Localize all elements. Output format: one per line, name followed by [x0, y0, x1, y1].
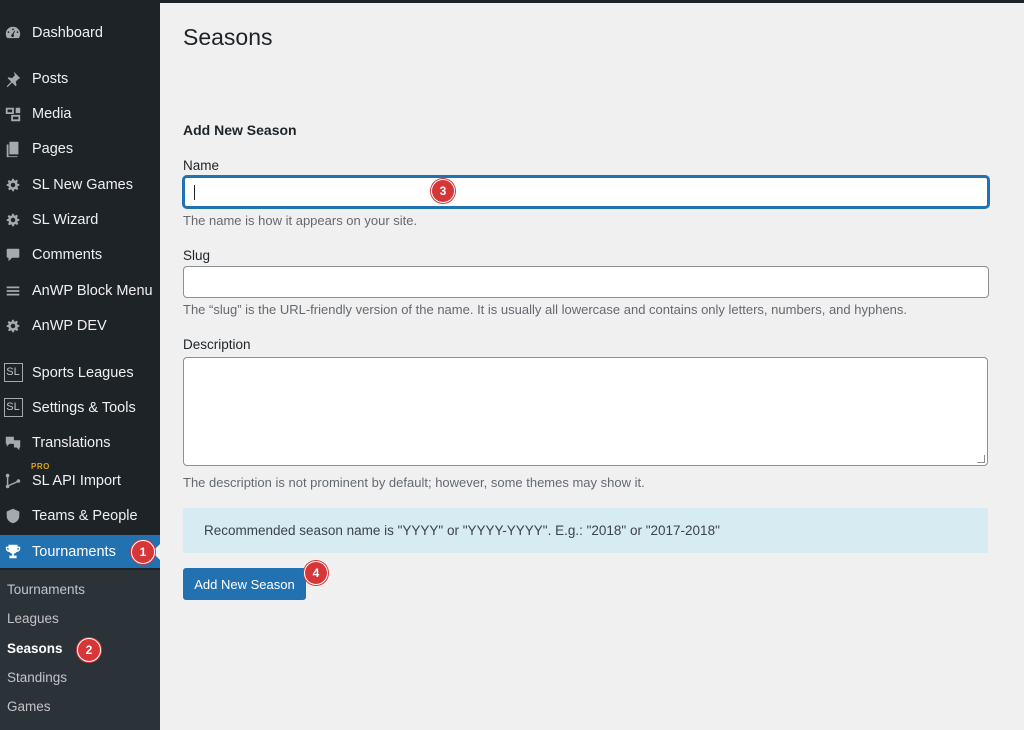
sidebar-item-label: SL API Import	[32, 472, 121, 489]
name-field[interactable]	[183, 176, 989, 208]
sidebar-item-label: Sports Leagues	[32, 364, 134, 381]
gear-icon	[3, 175, 23, 195]
text-caret	[194, 185, 195, 200]
slug-label: Slug	[183, 248, 211, 263]
sidebar-item-sl-new-games[interactable]: SL New Games	[0, 168, 160, 201]
description-textarea[interactable]	[183, 357, 988, 466]
dashboard-icon	[3, 23, 23, 43]
sidebar-item-label: Translations	[32, 434, 111, 451]
sidebar-item-label: SL New Games	[32, 176, 133, 193]
slug-hint: The “slug” is the URL-friendly version o…	[183, 302, 908, 317]
menu-icon	[3, 281, 23, 301]
sidebar-item-label: Comments	[32, 246, 103, 263]
submenu-item-standings[interactable]: Standings	[7, 670, 67, 685]
translation-icon	[3, 433, 23, 453]
add-new-season-button[interactable]: Add New Season	[183, 568, 306, 600]
sidebar-item-label: Tournaments	[32, 543, 116, 560]
sidebar-item-settings-tools[interactable]: SL Settings & Tools	[0, 391, 160, 424]
gear-icon	[3, 316, 23, 336]
name-label: Name	[183, 158, 220, 173]
step-marker-4: 4	[304, 561, 328, 585]
trophy-icon	[3, 542, 23, 562]
form-section-title: Add New Season	[183, 122, 297, 138]
submenu-item-leagues[interactable]: Leagues	[7, 611, 59, 626]
sidebar-item-dashboard[interactable]: Dashboard	[0, 16, 160, 49]
submenu-item-tournaments[interactable]: Tournaments	[7, 582, 85, 597]
sidebar-item-label: Media	[32, 105, 72, 122]
submenu-item-games[interactable]: Games	[7, 699, 51, 714]
sidebar-item-label: Dashboard	[32, 24, 103, 41]
comment-icon	[3, 245, 23, 265]
sidebar-item-comments[interactable]: Comments	[0, 238, 160, 271]
sidebar-item-media[interactable]: Media	[0, 97, 160, 130]
sidebar-item-anwp-block-menu[interactable]: AnWP Block Menu	[0, 274, 160, 307]
sidebar-item-sl-api-import[interactable]: PRO SL API Import	[0, 462, 160, 497]
description-label: Description	[183, 337, 251, 352]
sidebar-item-translations[interactable]: Translations	[0, 426, 160, 459]
sidebar-item-sl-wizard[interactable]: SL Wizard	[0, 203, 160, 236]
sidebar-item-label: Settings & Tools	[32, 399, 136, 416]
sidebar-item-label: SL Wizard	[32, 211, 99, 228]
info-notice: Recommended season name is "YYYY" or "YY…	[183, 508, 988, 553]
sidebar-item-label: AnWP Block Menu	[32, 282, 153, 299]
sl-icon: SL	[3, 363, 23, 383]
pages-icon	[3, 139, 23, 159]
resize-handle[interactable]	[977, 455, 985, 463]
step-marker-3: 3	[431, 179, 455, 203]
page-title: Seasons	[183, 24, 273, 50]
step-marker-2: 2	[77, 638, 101, 662]
submenu-item-seasons[interactable]: Seasons	[7, 641, 63, 656]
sidebar-item-anwp-dev[interactable]: AnWP DEV	[0, 309, 160, 342]
step-marker-1: 1	[131, 540, 155, 564]
media-icon	[3, 104, 23, 124]
import-icon	[3, 471, 23, 491]
gear-icon	[3, 210, 23, 230]
name-hint: The name is how it appears on your site.	[183, 213, 418, 228]
sidebar-item-pages[interactable]: Pages	[0, 132, 160, 165]
sidebar-item-teams-people[interactable]: Teams & People	[0, 499, 160, 532]
pin-icon	[3, 69, 23, 89]
notice-text: Recommended season name is "YYYY" or "YY…	[204, 523, 720, 538]
sidebar-item-sports-leagues[interactable]: SL Sports Leagues	[0, 356, 160, 389]
admin-sidebar: Dashboard Posts Media Pages SL New Games…	[0, 0, 160, 730]
sidebar-item-label: AnWP DEV	[32, 317, 107, 334]
pro-badge: PRO	[31, 462, 50, 471]
sidebar-item-label: Teams & People	[32, 507, 138, 524]
sidebar-item-label: Posts	[32, 70, 69, 87]
sidebar-item-label: Pages	[32, 140, 74, 157]
sl-icon: SL	[3, 398, 23, 418]
description-hint: The description is not prominent by defa…	[183, 475, 645, 490]
sidebar-item-posts[interactable]: Posts	[0, 62, 160, 95]
shield-icon	[3, 506, 23, 526]
slug-field[interactable]	[183, 266, 989, 298]
